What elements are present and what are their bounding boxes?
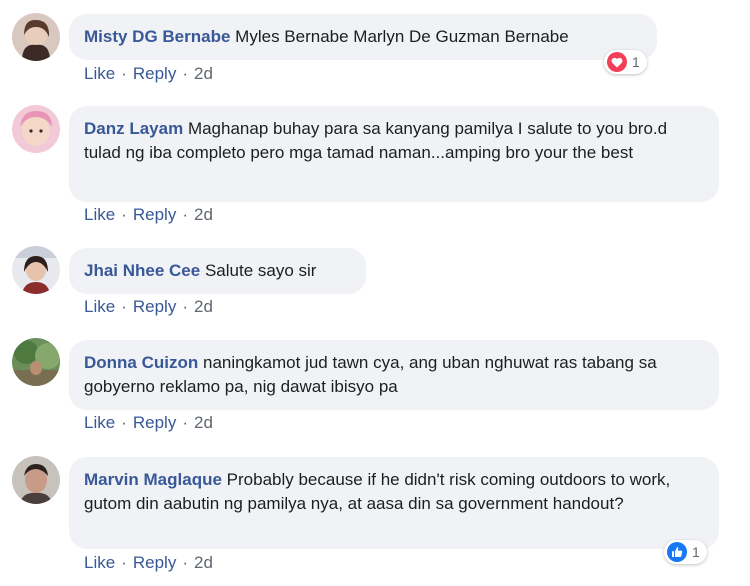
separator: ·: [121, 64, 127, 83]
reaction-count: 1: [692, 544, 700, 560]
avatar[interactable]: [12, 456, 60, 504]
separator: ·: [121, 297, 127, 316]
comment-author[interactable]: Jhai Nhee Cee: [84, 261, 200, 280]
comment-bubble: Marvin Maglaque Probably because if he d…: [69, 457, 719, 549]
separator: ·: [182, 297, 188, 316]
avatar[interactable]: [12, 338, 60, 386]
comment-author[interactable]: Marvin Maglaque: [84, 470, 222, 489]
like-button[interactable]: Like: [84, 413, 115, 433]
thumbs-up-icon: [667, 542, 687, 562]
like-button[interactable]: Like: [84, 553, 115, 573]
timestamp[interactable]: 2d: [194, 205, 213, 225]
reply-button[interactable]: Reply: [133, 553, 176, 573]
timestamp[interactable]: 2d: [194, 413, 213, 433]
heart-icon: [607, 52, 627, 72]
separator: ·: [182, 553, 188, 572]
comment-bubble: Jhai Nhee Cee Salute sayo sir: [69, 248, 366, 294]
timestamp[interactable]: 2d: [194, 64, 213, 84]
like-button[interactable]: Like: [84, 64, 115, 84]
separator: ·: [121, 205, 127, 224]
separator: ·: [182, 413, 188, 432]
reply-button[interactable]: Reply: [133, 64, 176, 84]
like-button[interactable]: Like: [84, 297, 115, 317]
comment-text: Salute sayo sir: [204, 261, 317, 280]
reaction-badge[interactable]: 1: [604, 50, 647, 74]
comment-actions: Like · Reply · 2d: [84, 553, 213, 573]
comment-author[interactable]: Donna Cuizon: [84, 353, 198, 372]
reply-button[interactable]: Reply: [133, 297, 176, 317]
separator: ·: [182, 205, 188, 224]
separator: ·: [121, 553, 127, 572]
comment-bubble: Misty DG Bernabe Myles Bernabe Marlyn De…: [69, 14, 657, 60]
avatar[interactable]: [12, 246, 60, 294]
comment-bubble: Danz Layam Maghanap buhay para sa kanyan…: [69, 106, 719, 202]
comment-text: Myles Bernabe Marlyn De Guzman Bernabe: [235, 27, 569, 46]
avatar[interactable]: [12, 13, 60, 61]
comment-actions: Like · Reply · 2d: [84, 413, 213, 433]
timestamp[interactable]: 2d: [194, 297, 213, 317]
reaction-count: 1: [632, 54, 640, 70]
separator: ·: [182, 64, 188, 83]
timestamp[interactable]: 2d: [194, 553, 213, 573]
reaction-badge[interactable]: 1: [664, 540, 707, 564]
comment-actions: Like · Reply · 2d: [84, 64, 213, 84]
comment-actions: Like · Reply · 2d: [84, 297, 213, 317]
comment-actions: Like · Reply · 2d: [84, 205, 213, 225]
comment-author[interactable]: Misty DG Bernabe: [84, 27, 230, 46]
separator: ·: [121, 413, 127, 432]
comment-bubble: Donna Cuizon naningkamot jud tawn cya, a…: [69, 340, 719, 410]
reply-button[interactable]: Reply: [133, 413, 176, 433]
comment-author[interactable]: Danz Layam: [84, 119, 183, 138]
reply-button[interactable]: Reply: [133, 205, 176, 225]
like-button[interactable]: Like: [84, 205, 115, 225]
avatar[interactable]: [12, 105, 60, 153]
